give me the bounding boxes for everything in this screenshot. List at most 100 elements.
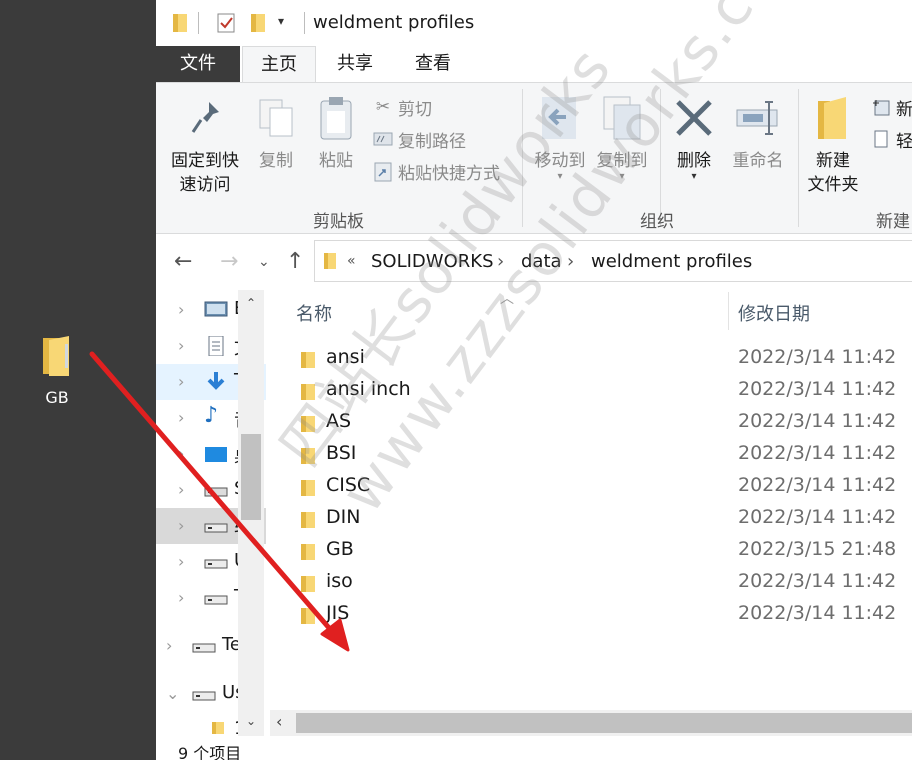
delete-button[interactable]: 删除 ▾ (666, 93, 722, 182)
paste-label: 粘贴 (319, 151, 353, 171)
file-row-gb[interactable]: GB 2022/3/15 21:48 (270, 534, 912, 566)
breadcrumb-chevron-icon[interactable]: › (567, 251, 574, 272)
column-header-date[interactable]: 修改日期 (738, 300, 810, 326)
new-item-icon (870, 96, 892, 118)
scrollbar-thumb[interactable] (241, 434, 261, 520)
collapse-chevron-icon[interactable]: ⌄ (166, 684, 179, 703)
properties-icon[interactable] (216, 12, 236, 34)
horizontal-scrollbar[interactable]: ‹ (270, 710, 912, 736)
copy-path-icon (372, 128, 394, 150)
breadcrumb-data[interactable]: data (521, 251, 562, 272)
new-item-button[interactable]: 新 (870, 93, 912, 121)
address-bar[interactable]: « SOLIDWORKS › data › weldment profiles (314, 240, 912, 282)
expand-chevron-icon[interactable]: › (178, 444, 184, 463)
back-arrow-icon[interactable]: ← (174, 248, 192, 276)
sort-ascending-icon: ︿ (500, 291, 514, 307)
forward-arrow-icon[interactable]: → (220, 248, 238, 276)
copy-path-label: 复制路径 (398, 131, 466, 152)
folder-icon (324, 253, 336, 269)
nav-pane-scrollbar[interactable]: ⌃ ⌄ (238, 290, 264, 736)
folder-icon (173, 14, 187, 32)
breadcrumb-chevron-icon[interactable]: › (497, 251, 504, 272)
item-count: 9 个项目 (178, 744, 242, 760)
file-row-ansi-inch[interactable]: ansi inch 2022/3/14 11:42 (270, 374, 912, 406)
overflow-chevron[interactable]: « (347, 253, 356, 269)
copy-button[interactable]: 复制 (250, 93, 302, 173)
expand-chevron-icon[interactable]: › (178, 516, 184, 535)
chevron-down-icon: ▾ (691, 171, 697, 182)
expand-chevron-icon[interactable]: › (178, 552, 184, 571)
window-title: weldment profiles (313, 12, 475, 33)
file-name: AS (326, 410, 352, 432)
file-name: iso (326, 570, 353, 592)
column-header-name[interactable]: 名称 (296, 300, 332, 326)
document-icon (208, 336, 224, 356)
organize-group-label: 组织 (640, 212, 674, 232)
file-row-ansi[interactable]: ansi 2022/3/14 11:42 (270, 342, 912, 374)
desktop-folder-gb[interactable]: GB (28, 334, 86, 407)
expand-chevron-icon[interactable]: › (178, 300, 184, 319)
scroll-left-icon[interactable]: ‹ (276, 712, 282, 731)
file-date: 2022/3/14 11:42 (738, 474, 897, 496)
file-name: ansi (326, 346, 365, 368)
customize-toolbar-icon[interactable]: ▾ (278, 14, 284, 28)
file-row-bsi[interactable]: BSI 2022/3/14 11:42 (270, 438, 912, 470)
clipboard-group-label: 剪贴板 (313, 212, 364, 232)
file-name: BSI (326, 442, 357, 464)
expand-chevron-icon[interactable]: › (178, 588, 184, 607)
desktop-icon (204, 301, 228, 317)
scrollbar-thumb[interactable] (296, 713, 912, 733)
separator (304, 12, 305, 34)
folder-icon (301, 448, 315, 464)
folder-icon (301, 512, 315, 528)
drive-icon (204, 487, 228, 497)
column-divider[interactable] (728, 292, 729, 330)
breadcrumb-weldment-profiles[interactable]: weldment profiles (591, 251, 752, 272)
folder-icon (212, 722, 224, 734)
paste-shortcut-button[interactable]: 粘贴快捷方式 (372, 157, 500, 185)
expand-chevron-icon[interactable]: › (178, 408, 184, 427)
expand-chevron-icon[interactable]: › (178, 480, 184, 499)
expand-chevron-icon[interactable]: › (166, 636, 172, 655)
pin-to-quick-access-button[interactable]: 固定到快 速访问 (164, 93, 246, 197)
tab-share[interactable]: 共享 (318, 46, 392, 82)
file-date: 2022/3/15 21:48 (738, 538, 897, 560)
file-row-as[interactable]: AS 2022/3/14 11:42 (270, 406, 912, 438)
easy-access-label: 轻 (896, 131, 912, 152)
file-row-iso[interactable]: iso 2022/3/14 11:42 (270, 566, 912, 598)
cut-label: 剪切 (398, 99, 432, 120)
expand-chevron-icon[interactable]: › (178, 372, 184, 391)
new-folder-label-line1: 新建 (816, 151, 850, 171)
copy-to-button[interactable]: 复制到 ▾ (590, 93, 654, 182)
expand-chevron-icon[interactable]: › (178, 336, 184, 355)
cut-button[interactable]: ✂ 剪切 (372, 93, 432, 121)
copy-to-label: 复制到 (596, 151, 648, 171)
tab-view[interactable]: 查看 (396, 46, 470, 82)
file-list: ︿ 名称 修改日期 ansi 2022/3/14 11:42 ansi inch 20… (270, 288, 912, 734)
tab-home[interactable]: 主页 (242, 46, 316, 84)
rename-button[interactable]: 重命名 (726, 93, 790, 173)
tab-file[interactable]: 文件 (156, 46, 240, 82)
pin-icon (181, 93, 229, 143)
file-row-din[interactable]: DIN 2022/3/14 11:42 (270, 502, 912, 534)
scroll-up-icon[interactable]: ⌃ (246, 296, 256, 310)
new-folder-quick-icon[interactable] (250, 12, 266, 34)
paste-button[interactable]: 粘贴 (310, 93, 362, 173)
file-date: 2022/3/14 11:42 (738, 346, 897, 368)
file-name: DIN (326, 506, 361, 528)
copy-path-button[interactable]: 复制路径 (372, 125, 466, 153)
scroll-down-icon[interactable]: ⌄ (246, 714, 256, 728)
up-arrow-icon[interactable]: ↑ (286, 248, 304, 276)
recent-locations-chevron-icon[interactable]: ⌄ (258, 248, 270, 276)
file-row-cisc[interactable]: CISC 2022/3/14 11:42 (270, 470, 912, 502)
move-to-button[interactable]: 移动到 ▾ (528, 93, 592, 182)
file-date: 2022/3/14 11:42 (738, 570, 897, 592)
copy-icon (252, 93, 300, 143)
file-row-jis[interactable]: JIS 2022/3/14 11:42 (270, 598, 912, 630)
easy-access-button[interactable]: 轻 (870, 125, 912, 153)
breadcrumb-solidworks[interactable]: SOLIDWORKS (371, 251, 494, 272)
file-name: JIS (326, 602, 350, 624)
easy-access-icon (870, 128, 892, 150)
folder-icon (301, 480, 315, 496)
new-folder-button[interactable]: 新建 文件夹 (802, 93, 864, 197)
